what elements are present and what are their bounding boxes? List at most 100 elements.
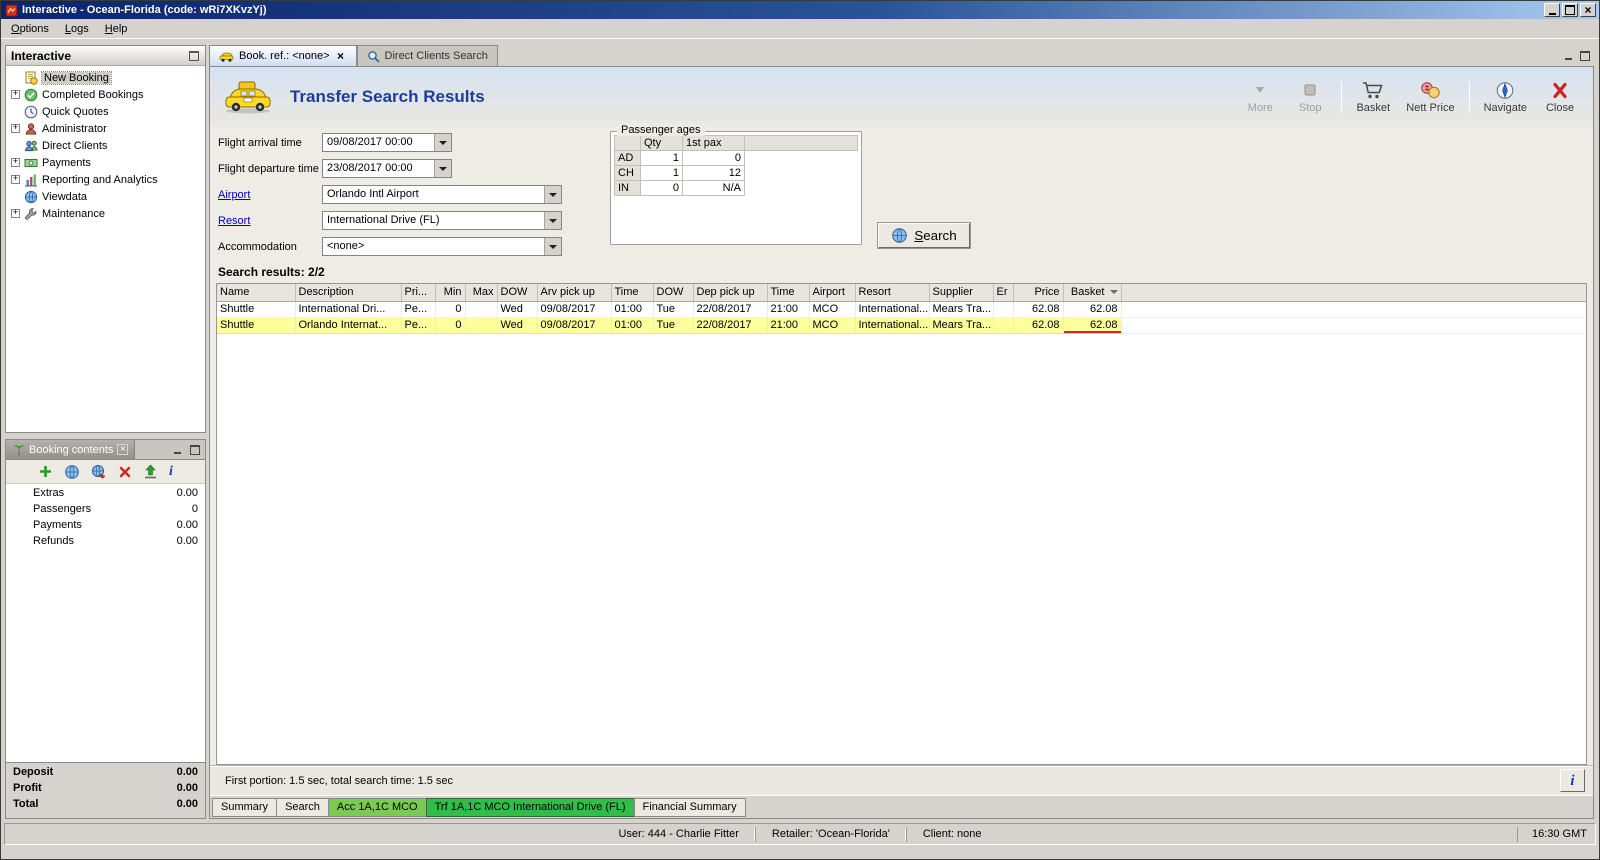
result-row[interactable]: Shuttle International Dri... Pe... 0 Wed 09/0…: [217, 301, 1586, 318]
info-button[interactable]: i: [1560, 769, 1585, 792]
dropdown-button[interactable]: [434, 134, 451, 151]
column-header-label: Basket: [1070, 286, 1105, 299]
column-header-description[interactable]: Description: [295, 284, 402, 302]
minimize-button[interactable]: [1544, 3, 1560, 17]
add-icon[interactable]: [38, 464, 53, 479]
close-tab-icon[interactable]: [335, 50, 347, 62]
menu-item-options[interactable]: Options: [3, 20, 57, 38]
field-link-airport[interactable]: Airport: [218, 189, 322, 201]
column-header-arv-pick-up[interactable]: Arv pick up: [537, 284, 612, 302]
result-row[interactable]: Shuttle Orlando Internat... Pe... 0 Wed 09/08…: [217, 317, 1586, 334]
combo-flight-departure-time[interactable]: 23/08/2017 00:00: [322, 159, 452, 178]
sidebar-item-viewdata[interactable]: Viewdata: [6, 188, 205, 205]
dropdown-button[interactable]: [544, 212, 561, 229]
maximize-view-icon[interactable]: [1578, 50, 1591, 62]
sidebar-item-quick-quotes[interactable]: Quick Quotes: [6, 103, 205, 120]
column-header-dow[interactable]: DOW: [653, 284, 694, 302]
booking-contents-row[interactable]: Payments 0.00: [6, 519, 205, 535]
minimize-view-icon[interactable]: [171, 444, 184, 456]
column-header-resort[interactable]: Resort: [855, 284, 930, 302]
minimize-view-icon[interactable]: [1562, 50, 1575, 62]
world-icon[interactable]: [64, 464, 80, 480]
minimize-view-icon[interactable]: [187, 50, 200, 62]
column-header-price[interactable]: Price: [1013, 284, 1064, 302]
column-header-dow[interactable]: DOW: [497, 284, 538, 302]
pax-age-cell[interactable]: 12: [682, 165, 745, 181]
column-header-max[interactable]: Max: [465, 284, 498, 302]
pax-age-cell[interactable]: 0: [682, 150, 745, 166]
sidebar-item-reporting-and-analytics[interactable]: Reporting and Analytics: [6, 171, 205, 188]
column-header-min[interactable]: Min: [435, 284, 466, 302]
sidebar-item-payments[interactable]: Payments: [6, 154, 205, 171]
close-window-button[interactable]: [1580, 3, 1596, 17]
expand-icon[interactable]: [11, 90, 20, 99]
pax-qty-cell[interactable]: 1: [640, 150, 683, 166]
menu-item-help[interactable]: Help: [97, 20, 136, 38]
dropdown-button[interactable]: [544, 186, 561, 203]
row-filler: [1121, 317, 1586, 334]
bottom-tab-search[interactable]: Search: [276, 797, 329, 817]
column-header-supplier[interactable]: Supplier: [929, 284, 994, 302]
combo-flight-arrival-time[interactable]: 09/08/2017 00:00: [322, 133, 452, 152]
chevron-down-icon: [439, 166, 447, 175]
sidebar-item-label: Direct Clients: [42, 139, 108, 152]
sidebar-item-direct-clients[interactable]: Direct Clients: [6, 137, 205, 154]
booking-contents-row[interactable]: Passengers 0: [6, 503, 205, 519]
column-header-label: Description: [298, 286, 354, 299]
toolbar-navigate-button[interactable]: Navigate: [1480, 77, 1531, 117]
column-header-time[interactable]: Time: [611, 284, 654, 302]
column-header-name[interactable]: Name: [217, 284, 296, 302]
delete-icon[interactable]: [118, 465, 132, 479]
pax-age-cell[interactable]: N/A: [682, 180, 745, 196]
menu-item-logs[interactable]: Logs: [57, 20, 97, 38]
expand-icon[interactable]: [11, 209, 20, 218]
info-icon[interactable]: i: [169, 464, 173, 478]
tab-book-ref-none[interactable]: Book. ref.: <none>: [209, 45, 357, 66]
sidebar-item-administrator[interactable]: Administrator: [6, 120, 205, 137]
cell-basket: 62.08: [1063, 317, 1122, 334]
column-header-er[interactable]: Er: [993, 284, 1014, 302]
bottom-tab-acc-1a-1c-mco[interactable]: Acc 1A,1C MCO: [327, 797, 427, 817]
booking-contents-row[interactable]: Refunds 0.00: [6, 535, 205, 551]
bottom-tab-trf-1a-1c-mco-international-drive-fl[interactable]: Trf 1A,1C MCO International Drive (FL): [425, 797, 635, 817]
column-header-basket[interactable]: Basket: [1063, 284, 1122, 302]
sidebar-item-completed-bookings[interactable]: Completed Bookings: [6, 86, 205, 103]
combo-accommodation[interactable]: <none>: [322, 237, 562, 256]
pax-qty-cell[interactable]: 1: [640, 165, 683, 181]
expand-icon[interactable]: [11, 158, 20, 167]
world-edit-icon[interactable]: [91, 464, 107, 480]
bottom-tab-summary[interactable]: Summary: [212, 797, 278, 817]
payments-icon: [24, 156, 38, 170]
field-label-flight-departure-time: Flight departure time: [218, 162, 319, 175]
search-button[interactable]: Search: [878, 223, 970, 248]
export-icon[interactable]: [143, 464, 158, 479]
dropdown-button[interactable]: [544, 238, 561, 255]
booking-contents-row[interactable]: Extras 0.00: [6, 487, 205, 503]
toolbar-nett-price-button[interactable]: Nett Price: [1402, 77, 1458, 117]
expand-icon[interactable]: [11, 175, 20, 184]
dropdown-button[interactable]: [434, 160, 451, 177]
close-view-icon[interactable]: [117, 444, 129, 455]
combo-resort[interactable]: International Drive (FL): [322, 211, 562, 230]
sidebar-item-new-booking[interactable]: New Booking: [6, 69, 205, 86]
combo-value: 23/08/2017 00:00: [327, 162, 413, 174]
column-header-dep-pick-up[interactable]: Dep pick up: [693, 284, 768, 302]
column-header-time[interactable]: Time: [767, 284, 810, 302]
total-label: Deposit: [13, 766, 54, 778]
column-header-airport[interactable]: Airport: [809, 284, 856, 302]
tab-direct-clients-search[interactable]: Direct Clients Search: [356, 45, 498, 66]
expand-icon[interactable]: [11, 124, 20, 133]
toolbar-close-button[interactable]: Close: [1539, 77, 1581, 117]
toolbar-basket-button[interactable]: Basket: [1352, 77, 1394, 117]
booking-contents-tab[interactable]: Booking contents: [6, 440, 136, 459]
maximize-view-icon[interactable]: [188, 444, 201, 456]
combo-airport[interactable]: Orlando Intl Airport: [322, 185, 562, 204]
search-button-label: Search: [914, 228, 957, 243]
maximize-button[interactable]: [1562, 3, 1578, 17]
bottom-tab-financial-summary[interactable]: Financial Summary: [633, 797, 746, 817]
sidebar-item-maintenance[interactable]: Maintenance: [6, 205, 205, 222]
field-link-resort[interactable]: Resort: [218, 215, 322, 227]
cell-supplier: Mears Tra...: [929, 317, 994, 334]
pax-qty-cell[interactable]: 0: [640, 180, 683, 196]
column-header-pri[interactable]: Pri...: [401, 284, 436, 302]
